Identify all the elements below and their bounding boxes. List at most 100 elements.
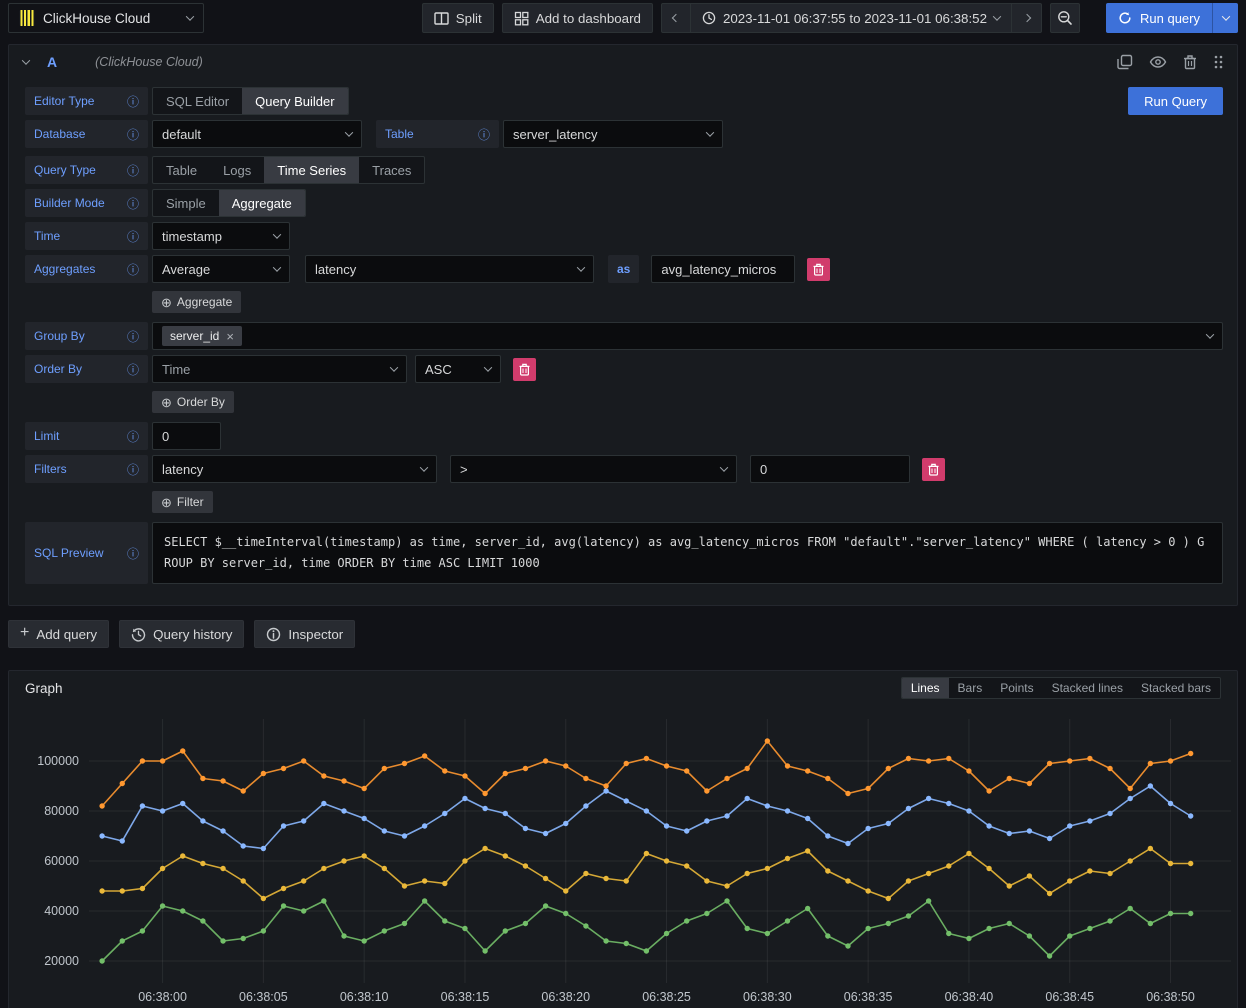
option-logs[interactable]: Logs: [210, 157, 264, 183]
table-label: Tableⓘ: [376, 120, 499, 148]
order-by-field-select[interactable]: Time: [152, 355, 407, 383]
info-icon[interactable]: ⓘ: [127, 461, 139, 478]
collapse-chevron-icon[interactable]: [22, 56, 30, 64]
remove-tag-icon[interactable]: ×: [226, 329, 234, 344]
editor-run-query-button[interactable]: Run Query: [1128, 87, 1223, 115]
add-order-by-button[interactable]: ⊕ Order By: [152, 391, 234, 413]
filters-label: Filtersⓘ: [25, 455, 148, 483]
time-shift-forward-button[interactable]: [1012, 3, 1042, 33]
order-by-direction-select[interactable]: ASC: [415, 355, 501, 383]
graph-header: Graph Lines Bars Points Stacked lines St…: [9, 671, 1237, 705]
time-row: Timeⓘ timestamp: [25, 222, 1223, 250]
filter-field-select[interactable]: latency: [152, 455, 437, 483]
option-points[interactable]: Points: [991, 678, 1042, 698]
remove-order-by-button[interactable]: [513, 358, 536, 381]
datasource-picker[interactable]: ClickHouse Cloud: [8, 3, 204, 33]
add-aggregate-button[interactable]: ⊕ Aggregate: [152, 291, 241, 313]
info-icon[interactable]: ⓘ: [127, 428, 139, 445]
info-icon[interactable]: ⓘ: [127, 228, 139, 245]
option-stacked-lines[interactable]: Stacked lines: [1043, 678, 1132, 698]
builder-mode-row: Builder Modeⓘ Simple Aggregate: [25, 189, 1223, 217]
query-ref-id[interactable]: A: [47, 54, 57, 70]
remove-filter-button[interactable]: [922, 458, 945, 481]
time-range-button[interactable]: 2023-11-01 06:37:55 to 2023-11-01 06:38:…: [691, 3, 1012, 33]
filter-operator-select[interactable]: >: [450, 455, 737, 483]
aggregate-column-select[interactable]: latency: [305, 255, 594, 283]
option-traces[interactable]: Traces: [359, 157, 424, 183]
graph-style-options: Lines Bars Points Stacked lines Stacked …: [901, 677, 1221, 699]
time-range-text: 2023-11-01 06:37:55 to 2023-11-01 06:38:…: [723, 11, 987, 26]
option-aggregate[interactable]: Aggregate: [219, 190, 305, 216]
option-lines[interactable]: Lines: [902, 678, 949, 698]
filter-value-input[interactable]: [750, 455, 910, 483]
limit-input[interactable]: [152, 422, 221, 450]
query-editor-panel: A (ClickHouse Cloud) Editor Typeⓘ SQL Ed…: [8, 44, 1238, 606]
chevron-down-icon: [273, 230, 281, 238]
svg-text:06:38:10: 06:38:10: [340, 990, 389, 1004]
info-icon[interactable]: ⓘ: [127, 93, 139, 110]
zoom-out-time-button[interactable]: [1050, 3, 1080, 33]
info-icon[interactable]: ⓘ: [127, 162, 139, 179]
query-type-options: Table Logs Time Series Traces: [152, 156, 425, 184]
time-series-chart[interactable]: 2000040000600008000010000006:38:0006:38:…: [9, 705, 1237, 1008]
chevron-down-icon: [706, 128, 714, 136]
add-query-button[interactable]: + Add query: [8, 620, 109, 648]
clickhouse-logo-icon: [19, 10, 35, 26]
svg-text:06:38:25: 06:38:25: [642, 990, 691, 1004]
trash-icon: [519, 363, 530, 376]
info-icon[interactable]: ⓘ: [127, 361, 139, 378]
info-icon[interactable]: ⓘ: [127, 261, 139, 278]
info-icon[interactable]: ⓘ: [127, 545, 139, 562]
query-header: A (ClickHouse Cloud): [9, 45, 1237, 79]
run-query-button[interactable]: Run query: [1106, 3, 1212, 33]
delete-query-trash-icon[interactable]: [1183, 54, 1197, 70]
option-time-series[interactable]: Time Series: [264, 157, 359, 183]
add-to-dashboard-button[interactable]: Add to dashboard: [502, 3, 653, 33]
info-icon[interactable]: ⓘ: [127, 126, 139, 143]
aggregate-alias-input[interactable]: [651, 255, 795, 283]
svg-text:06:38:30: 06:38:30: [743, 990, 792, 1004]
option-simple[interactable]: Simple: [153, 190, 219, 216]
info-icon[interactable]: ⓘ: [478, 126, 490, 143]
add-filter-button[interactable]: ⊕ Filter: [152, 491, 213, 513]
group-by-multiselect[interactable]: server_id×: [152, 322, 1223, 350]
aggregates-label: Aggregatesⓘ: [25, 255, 148, 283]
limit-row: Limitⓘ: [25, 422, 1223, 450]
group-by-row: Group Byⓘ server_id×: [25, 322, 1223, 350]
copy-query-icon[interactable]: [1117, 54, 1133, 70]
hide-query-eye-icon[interactable]: [1149, 55, 1167, 69]
aggregate-function-select[interactable]: Average: [152, 255, 290, 283]
option-bars[interactable]: Bars: [949, 678, 992, 698]
remove-aggregate-button[interactable]: [807, 258, 830, 281]
editor-type-row: Editor Typeⓘ SQL Editor Query Builder Ru…: [25, 87, 1223, 115]
chevron-down-icon: [720, 463, 728, 471]
time-column-select[interactable]: timestamp: [152, 222, 290, 250]
top-toolbar: ClickHouse Cloud Split Add to dashboard …: [0, 0, 1246, 36]
editor-type-options: SQL Editor Query Builder: [152, 87, 349, 115]
database-select[interactable]: default: [152, 120, 362, 148]
info-icon[interactable]: ⓘ: [127, 328, 139, 345]
table-select[interactable]: server_latency: [503, 120, 723, 148]
chevron-down-icon: [420, 463, 428, 471]
run-query-split-button: Run query: [1106, 3, 1238, 33]
database-label: Databaseⓘ: [25, 120, 148, 148]
split-button[interactable]: Split: [422, 3, 494, 33]
trash-icon: [928, 463, 939, 476]
time-shift-back-button[interactable]: [661, 3, 691, 33]
option-stacked-bars[interactable]: Stacked bars: [1132, 678, 1220, 698]
option-table[interactable]: Table: [153, 157, 210, 183]
query-datasource-hint: (ClickHouse Cloud): [95, 55, 203, 69]
svg-text:100000: 100000: [37, 754, 79, 768]
plus-circle-icon: ⊕: [161, 396, 172, 409]
option-query-builder[interactable]: Query Builder: [242, 88, 347, 114]
option-sql-editor[interactable]: SQL Editor: [153, 88, 242, 114]
run-query-dropdown-button[interactable]: [1212, 3, 1238, 33]
info-icon[interactable]: ⓘ: [127, 195, 139, 212]
group-by-tag[interactable]: server_id×: [162, 326, 242, 346]
sql-preview-row: SQL Previewⓘ SELECT $__timeInterval(time…: [25, 522, 1223, 584]
drag-grip-icon[interactable]: [1213, 54, 1223, 70]
query-history-button[interactable]: Query history: [119, 620, 244, 648]
svg-text:06:38:50: 06:38:50: [1146, 990, 1195, 1004]
chart-canvas[interactable]: 2000040000600008000010000006:38:0006:38:…: [9, 711, 1237, 1007]
inspector-button[interactable]: Inspector: [254, 620, 355, 648]
